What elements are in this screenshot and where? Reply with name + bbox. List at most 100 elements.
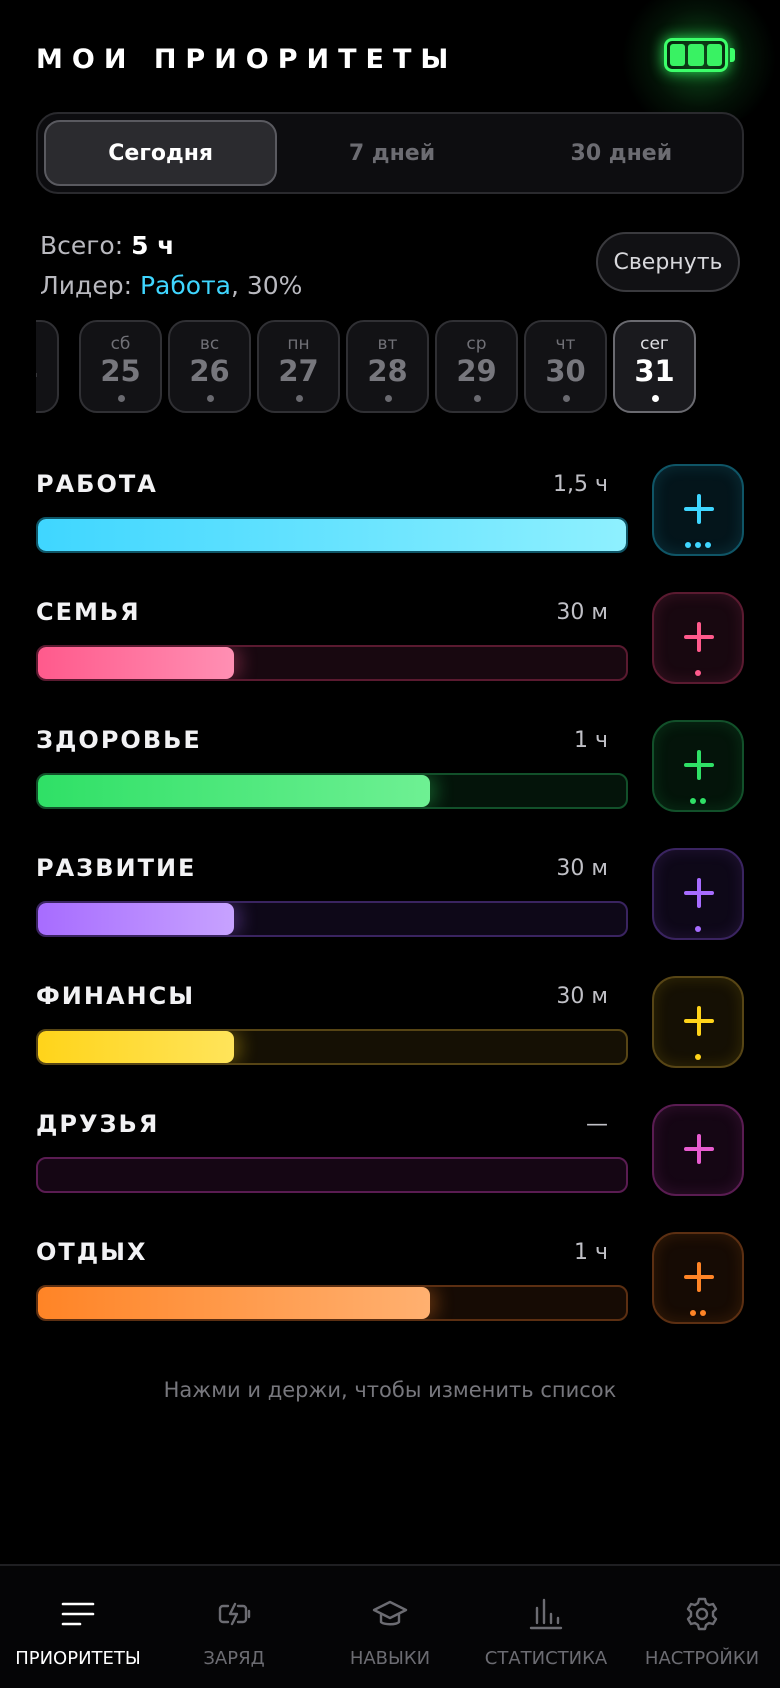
category-time: 1 ч: [574, 1240, 608, 1265]
category-name: РАБОТА: [36, 470, 158, 498]
day-activity-dot: [652, 395, 659, 402]
category-list: РАБОТА 1,5 ч СЕМЬЯ 30 м ЗДОРОВЬЕ 1 ч РАЗВИТИЕ 3…: [36, 462, 744, 1358]
page-title: МОИ ПРИОРИТЕТЫ: [36, 44, 458, 75]
day-weekday: пт: [36, 334, 57, 354]
leader-share: , 30%: [230, 271, 303, 300]
day-number: 28: [367, 354, 408, 388]
tab-label: ПРИОРИТЕТЫ: [15, 1648, 141, 1669]
category-progress-fill: [38, 1287, 431, 1319]
add-time-button-family[interactable]: [652, 592, 744, 684]
tab-label: СТАТИСТИКА: [484, 1648, 608, 1669]
day-chip[interactable]: вс 26: [168, 320, 251, 413]
summary: Всего: 5 ч Лидер: Работа, 30%: [40, 226, 302, 306]
gear-icon: [684, 1596, 720, 1632]
category-progress-fill: [38, 775, 431, 807]
day-activity-dot: [207, 395, 214, 402]
plus-icon: [684, 878, 714, 908]
tab-label: НАСТРОЙКИ: [644, 1648, 760, 1669]
day-strip[interactable]: пт24сб25вс26пн27вт28ср29чт30сег31: [36, 320, 744, 415]
day-chip-today[interactable]: сег 31: [613, 320, 696, 413]
category-row-health[interactable]: ЗДОРОВЬЕ 1 ч: [36, 718, 744, 846]
day-number: 29: [456, 354, 497, 388]
category-progress-bar: [36, 773, 628, 809]
header: МОИ ПРИОРИТЕТЫ: [36, 0, 780, 128]
total-value: 5 ч: [131, 231, 175, 260]
session-dots: [654, 542, 742, 550]
total-label: Всего:: [40, 231, 124, 260]
list-icon: [60, 1596, 96, 1632]
category-time: 30 м: [556, 984, 608, 1009]
day-weekday: вс: [199, 334, 220, 354]
tab-bar-chart[interactable]: СТАТИСТИКА: [468, 1566, 624, 1688]
session-dots: [654, 926, 742, 934]
category-name: ОТДЫХ: [36, 1238, 148, 1266]
add-time-button-work[interactable]: [652, 464, 744, 556]
bottom-tab-bar: ПРИОРИТЕТЫ ЗАРЯД НАВЫКИ СТАТИСТИКА НАСТРОЙКИ: [0, 1564, 780, 1688]
category-time: —: [586, 1112, 608, 1137]
day-chip[interactable]: ср 29: [435, 320, 518, 413]
battery-full-icon: [614, 0, 780, 128]
category-progress-bar: [36, 1285, 628, 1321]
day-number: 24: [36, 354, 57, 388]
category-progress-bar: [36, 517, 628, 553]
add-time-button-growth[interactable]: [652, 848, 744, 940]
tab-list[interactable]: ПРИОРИТЕТЫ: [0, 1566, 156, 1688]
category-row-work[interactable]: РАБОТА 1,5 ч: [36, 462, 744, 590]
day-number: 27: [278, 354, 319, 388]
day-weekday: ср: [466, 334, 487, 354]
add-time-button-health[interactable]: [652, 720, 744, 812]
day-weekday: пн: [287, 334, 310, 354]
tab-label: НАВЫКИ: [349, 1648, 431, 1669]
category-progress-bar: [36, 901, 628, 937]
category-name: ЗДОРОВЬЕ: [36, 726, 202, 754]
day-activity-dot: [563, 395, 570, 402]
range-tab-30-days[interactable]: 30 дней: [507, 120, 736, 186]
category-name: РАЗВИТИЕ: [36, 854, 197, 882]
day-chip[interactable]: чт 30: [524, 320, 607, 413]
range-tab-7-days[interactable]: 7 дней: [277, 120, 506, 186]
category-progress-fill: [38, 647, 234, 679]
add-time-button-finance[interactable]: [652, 976, 744, 1068]
leader-label: Лидер:: [40, 271, 133, 300]
total-line: Всего: 5 ч: [40, 226, 302, 266]
category-row-finance[interactable]: ФИНАНСЫ 30 м: [36, 974, 744, 1102]
day-chip[interactable]: пт24: [36, 320, 59, 413]
add-time-button-friends[interactable]: [652, 1104, 744, 1196]
category-row-family[interactable]: СЕМЬЯ 30 м: [36, 590, 744, 718]
leader-line: Лидер: Работа, 30%: [40, 266, 302, 306]
category-time: 30 м: [556, 600, 608, 625]
tab-label: ЗАРЯД: [203, 1648, 265, 1669]
session-dots: [654, 1310, 742, 1318]
plus-icon: [684, 494, 714, 524]
plus-icon: [684, 1006, 714, 1036]
graduation-cap-icon: [372, 1596, 408, 1632]
plus-icon: [684, 1262, 714, 1292]
tab-gear[interactable]: НАСТРОЙКИ: [624, 1566, 780, 1688]
category-time: 30 м: [556, 856, 608, 881]
collapse-button[interactable]: Свернуть: [596, 232, 740, 292]
category-row-growth[interactable]: РАЗВИТИЕ 30 м: [36, 846, 744, 974]
day-activity-dot: [118, 395, 125, 402]
category-progress-fill: [38, 519, 626, 551]
day-number: 26: [189, 354, 230, 388]
session-dots: [654, 798, 742, 806]
day-chip[interactable]: пн 27: [257, 320, 340, 413]
day-activity-dot: [474, 395, 481, 402]
range-tab-today[interactable]: Сегодня: [44, 120, 278, 186]
day-chip[interactable]: сб 25: [79, 320, 162, 413]
category-name: ФИНАНСЫ: [36, 982, 196, 1010]
category-name: СЕМЬЯ: [36, 598, 141, 626]
add-time-button-rest[interactable]: [652, 1232, 744, 1324]
range-segmented-control: Сегодня 7 дней 30 дней: [36, 112, 744, 194]
category-row-rest[interactable]: ОТДЫХ 1 ч: [36, 1230, 744, 1358]
category-row-friends[interactable]: ДРУЗЬЯ —: [36, 1102, 744, 1230]
day-chip[interactable]: вт 28: [346, 320, 429, 413]
category-progress-fill: [38, 903, 234, 935]
plus-icon: [684, 1134, 714, 1164]
plus-icon: [684, 750, 714, 780]
tab-graduation-cap[interactable]: НАВЫКИ: [312, 1566, 468, 1688]
leader-name: Работа: [139, 271, 231, 300]
category-progress-bar: [36, 645, 628, 681]
session-dots: [654, 670, 742, 678]
tab-battery-charge[interactable]: ЗАРЯД: [156, 1566, 312, 1688]
